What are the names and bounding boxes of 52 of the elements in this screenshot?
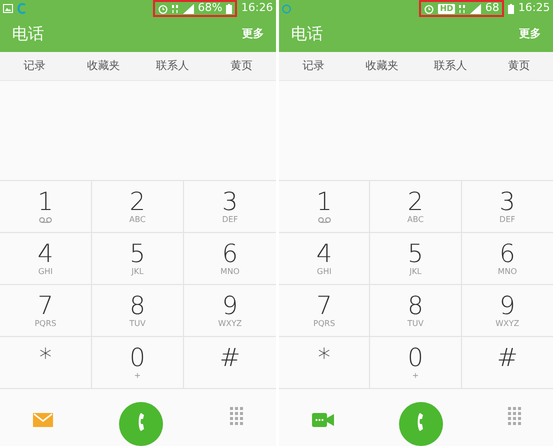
battery-icon <box>508 4 514 14</box>
battery-icon <box>226 4 232 14</box>
dial-key[interactable]: 2 ABC <box>92 181 184 233</box>
dial-key[interactable]: * <box>0 337 92 389</box>
call-button[interactable] <box>398 402 442 446</box>
tab[interactable]: 记录 <box>0 56 69 76</box>
dial-key[interactable]: 4 GHI <box>279 233 370 285</box>
hd-badge: HD <box>438 4 456 14</box>
dial-key[interactable]: 0 + <box>92 337 184 389</box>
gallery-icon <box>3 4 13 13</box>
notification-icon <box>282 4 291 14</box>
tab[interactable]: 联系人 <box>416 56 484 76</box>
network-icon <box>172 4 179 14</box>
status-text: 16:25 <box>518 0 550 16</box>
phone-icon <box>417 412 424 432</box>
dialpad-icon[interactable] <box>230 407 243 425</box>
app-title: 电话 <box>291 23 323 46</box>
network-icon <box>459 4 466 14</box>
call-button[interactable] <box>119 402 164 446</box>
dial-key[interactable]: * <box>279 337 370 389</box>
dial-key[interactable]: 8 TUV <box>370 285 462 337</box>
app-title: 电话 <box>12 23 44 46</box>
app-icon <box>17 3 27 14</box>
phone-icon <box>138 412 145 432</box>
dial-key[interactable]: 7 PQRS <box>0 285 92 337</box>
dial-key[interactable]: 1 <box>279 181 370 233</box>
status-text: 68% <box>198 0 222 16</box>
dial-key[interactable]: 4 GHI <box>0 233 92 285</box>
video-call-icon[interactable] <box>312 413 334 427</box>
tab[interactable]: 黄页 <box>484 56 553 76</box>
tab[interactable]: 收藏夹 <box>69 56 138 76</box>
status-text: 16:26 <box>241 0 273 16</box>
message-icon[interactable] <box>33 413 54 427</box>
dial-key[interactable]: 5 JKL <box>370 233 462 285</box>
tab[interactable]: 黄页 <box>207 56 276 76</box>
tab[interactable]: 联系人 <box>138 56 207 76</box>
voicemail-icon <box>318 216 331 223</box>
signal-icon <box>470 4 482 14</box>
dial-key[interactable]: 8 TUV <box>92 285 184 337</box>
signal-icon <box>182 4 194 14</box>
dial-key[interactable]: 7 PQRS <box>279 285 370 337</box>
dial-key[interactable]: 2 ABC <box>370 181 462 233</box>
status-text: 68 <box>485 0 500 16</box>
tab[interactable]: 收藏夹 <box>348 56 416 76</box>
tab[interactable]: 记录 <box>279 56 348 76</box>
alarm-icon <box>158 4 168 14</box>
voicemail-icon <box>39 216 52 223</box>
dialpad-icon[interactable] <box>508 407 520 425</box>
dial-key[interactable]: 0 + <box>370 337 462 389</box>
dial-key[interactable]: 5 JKL <box>92 233 184 285</box>
alarm-icon <box>424 4 434 14</box>
dial-key[interactable]: 1 <box>0 181 92 233</box>
